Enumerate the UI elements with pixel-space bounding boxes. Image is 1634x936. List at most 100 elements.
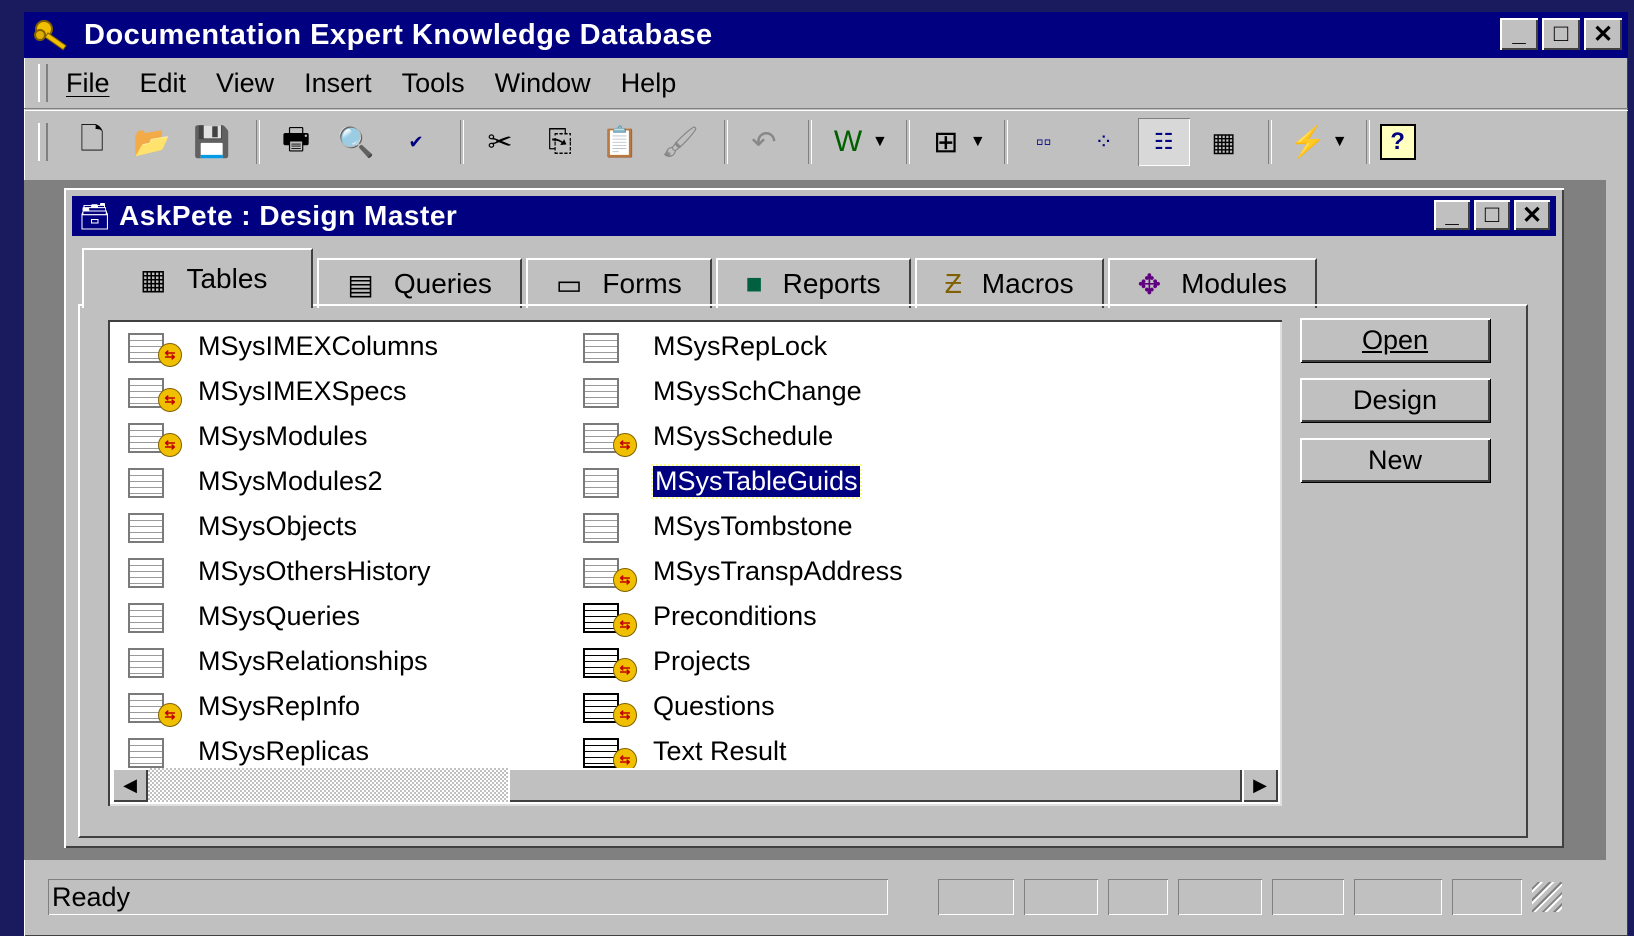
maximize-button[interactable]: □ (1542, 18, 1580, 50)
tab-modules[interactable]: ✥ Modules (1107, 258, 1317, 308)
status-panel (1108, 879, 1168, 915)
scroll-right-button[interactable]: ▶ (1242, 768, 1278, 802)
table-list-item[interactable]: MSysTableGuids (583, 459, 903, 504)
table-name: MSysSchChange (653, 376, 862, 406)
scroll-track[interactable] (148, 768, 1242, 802)
list-icon[interactable]: ☷ (1137, 118, 1190, 166)
table-icon (128, 732, 182, 772)
cut-icon[interactable]: ✂ (474, 118, 526, 166)
title-bar[interactable]: Documentation Expert Knowledge Database … (24, 12, 1628, 58)
menu-file[interactable]: File (66, 68, 110, 99)
linked-table-icon: ⇆ (128, 327, 182, 367)
table-list-item[interactable]: ⇆ MSysRepInfo (128, 684, 438, 729)
menu-tools[interactable]: Tools (402, 68, 465, 99)
office-links-icon[interactable]: W (822, 118, 874, 166)
menu-help[interactable]: Help (621, 68, 677, 99)
database-window: 🗃 AskPete : Design Master _ □ ✕ ▦ Tables… (64, 188, 1564, 848)
menu-insert[interactable]: Insert (304, 68, 372, 99)
menu-view[interactable]: View (216, 68, 274, 99)
table-list-item[interactable]: MSysTombstone (583, 504, 903, 549)
close-button[interactable]: ✕ (1584, 18, 1622, 50)
minimize-button[interactable]: _ (1434, 200, 1470, 230)
tab-label: Tables (186, 263, 268, 294)
toolbar-grip[interactable] (38, 123, 48, 161)
object-tabs: ▦ Tables ▤ Queries ▭ Forms ■ Reports Ƶ M… (82, 248, 1321, 308)
table-list-item[interactable]: ⇆ MSysSchedule (583, 414, 903, 459)
spelling-icon[interactable]: ✔ (390, 118, 442, 166)
table-list-item[interactable]: ⇆ Projects (583, 639, 903, 684)
save-icon[interactable]: 💾 (186, 118, 238, 166)
table-name: Text Result (653, 736, 787, 766)
table-list-item[interactable]: ⇆ MSysTranspAddress (583, 549, 903, 594)
tables-list[interactable]: ⇆ MSysIMEXColumns ⇆ MSysIMEXSpecs ⇆ MSysModul… (108, 320, 1282, 806)
scroll-left-button[interactable]: ◀ (112, 768, 148, 802)
close-button[interactable]: ✕ (1514, 200, 1550, 230)
table-icon (128, 507, 182, 547)
small-icons-icon[interactable]: ⁘ (1078, 118, 1130, 166)
table-name: MSysRelationships (198, 646, 428, 676)
details-icon[interactable]: ▦ (1198, 118, 1250, 166)
analyze-icon[interactable]: ⊞ (920, 118, 972, 166)
tab-queries[interactable]: ▤ Queries (317, 258, 522, 308)
menu-window[interactable]: Window (495, 68, 591, 99)
horizontal-scrollbar[interactable]: ◀ ▶ (112, 768, 1278, 802)
table-icon: ▦ (140, 263, 167, 295)
print-icon[interactable]: 🖶 (270, 118, 322, 166)
tables-column-1: ⇆ MSysIMEXColumns ⇆ MSysIMEXSpecs ⇆ MSysModul… (128, 324, 438, 774)
resize-grip-icon[interactable] (1532, 882, 1562, 912)
table-list-item[interactable]: ⇆ MSysIMEXColumns (128, 324, 438, 369)
linked-table-icon: ⇆ (583, 642, 637, 682)
chevron-down-icon[interactable]: ▼ (970, 133, 986, 151)
minimize-button[interactable]: _ (1500, 18, 1538, 50)
table-list-item[interactable]: MSysModules2 (128, 459, 438, 504)
help-icon[interactable]: ? (1379, 124, 1416, 160)
paste-icon[interactable]: 📋 (594, 118, 646, 166)
menu-edit[interactable]: Edit (140, 68, 187, 99)
table-name: MSysRepLock (653, 331, 828, 361)
copy-icon[interactable]: ⎘ (534, 118, 586, 166)
table-list-item[interactable]: ⇆ MSysModules (128, 414, 438, 459)
chevron-down-icon[interactable]: ▼ (872, 133, 888, 151)
table-list-item[interactable]: ⇆ Questions (583, 684, 903, 729)
design-button-label: Design (1352, 384, 1438, 415)
table-name: Projects (653, 646, 751, 676)
undo-icon[interactable]: ↶ (738, 118, 790, 166)
new-button[interactable]: New (1300, 438, 1490, 482)
linked-table-icon: ⇆ (583, 597, 637, 637)
table-list-item[interactable]: MSysRelationships (128, 639, 438, 684)
table-name: MSysReplicas (198, 736, 370, 766)
tab-label: Macros (981, 268, 1074, 299)
table-icon (583, 507, 637, 547)
table-list-item[interactable]: MSysOthersHistory (128, 549, 438, 594)
new-icon[interactable]: 🗋 (66, 118, 118, 166)
table-list-item[interactable]: MSysObjects (128, 504, 438, 549)
open-icon[interactable]: 📂 (126, 118, 178, 166)
table-name: Questions (653, 691, 775, 721)
status-panel (1354, 879, 1442, 915)
maximize-button[interactable]: □ (1474, 200, 1510, 230)
database-window-title-bar[interactable]: 🗃 AskPete : Design Master _ □ ✕ (72, 196, 1556, 236)
query-icon: ▤ (347, 268, 374, 300)
table-name: MSysRepInfo (198, 691, 361, 721)
scroll-thumb[interactable] (508, 768, 1242, 802)
tab-tables[interactable]: ▦ Tables (82, 248, 314, 308)
open-button[interactable]: Open (1300, 318, 1490, 362)
status-bar: Ready (24, 868, 1628, 926)
table-list-item[interactable]: ⇆ MSysIMEXSpecs (128, 369, 438, 414)
table-list-item[interactable]: ⇆ Preconditions (583, 594, 903, 639)
menubar-grip[interactable] (38, 64, 48, 102)
table-list-item[interactable]: MSysSchChange (583, 369, 903, 414)
tab-macros[interactable]: Ƶ Macros (914, 258, 1104, 308)
new-object-icon[interactable]: ⚡ (1282, 118, 1334, 166)
tab-forms[interactable]: ▭ Forms (525, 258, 712, 308)
chevron-down-icon[interactable]: ▼ (1332, 133, 1348, 151)
tab-reports[interactable]: ■ Reports (715, 258, 911, 308)
table-list-item[interactable]: MSysRepLock (583, 324, 903, 369)
table-name: MSysQueries (198, 601, 361, 631)
design-button[interactable]: Design (1300, 378, 1490, 422)
table-list-item[interactable]: MSysQueries (128, 594, 438, 639)
linked-table-icon: ⇆ (128, 417, 182, 457)
large-icons-icon[interactable]: ▫▫ (1018, 118, 1070, 166)
print-preview-icon[interactable]: 🔍 (330, 118, 382, 166)
format-painter-icon[interactable]: 🖌 (654, 118, 706, 166)
